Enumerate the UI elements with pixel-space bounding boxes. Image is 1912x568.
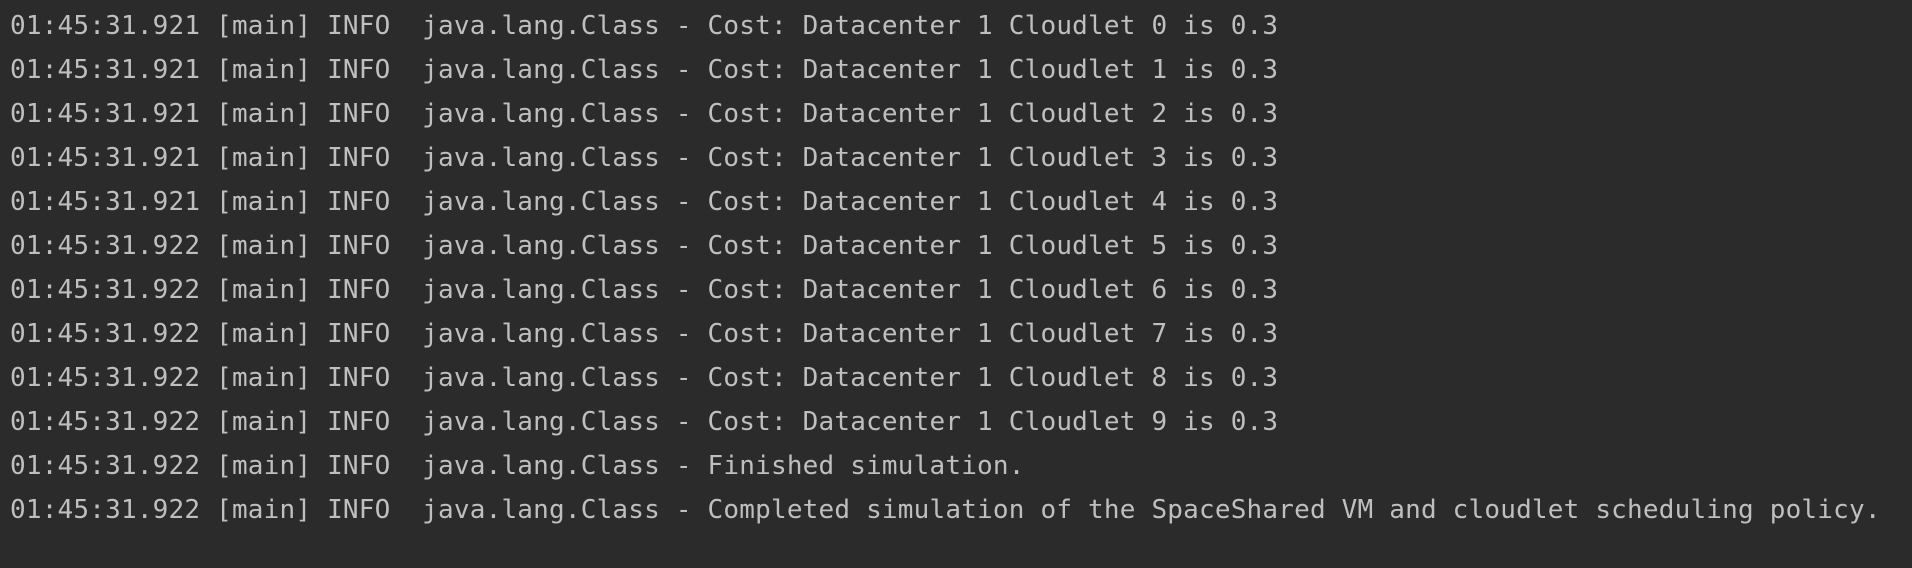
log-line: 01:45:31.922 [main] INFO java.lang.Class…: [10, 451, 1025, 481]
log-line: 01:45:31.921 [main] INFO java.lang.Class…: [10, 99, 1279, 129]
log-line: 01:45:31.922 [main] INFO java.lang.Class…: [10, 407, 1279, 437]
log-line: 01:45:31.922 [main] INFO java.lang.Class…: [10, 231, 1279, 261]
log-line: 01:45:31.921 [main] INFO java.lang.Class…: [10, 55, 1279, 85]
log-line: 01:45:31.922 [main] INFO java.lang.Class…: [10, 275, 1279, 305]
log-line: 01:45:31.921 [main] INFO java.lang.Class…: [10, 11, 1279, 41]
log-line: 01:45:31.922 [main] INFO java.lang.Class…: [10, 319, 1279, 349]
log-line: 01:45:31.922 [main] INFO java.lang.Class…: [10, 363, 1279, 393]
console-output[interactable]: 01:45:31.921 [main] INFO java.lang.Class…: [0, 0, 1912, 568]
log-line: 01:45:31.922 [main] INFO java.lang.Class…: [10, 495, 1881, 525]
log-line: 01:45:31.921 [main] INFO java.lang.Class…: [10, 143, 1279, 173]
log-line: 01:45:31.921 [main] INFO java.lang.Class…: [10, 187, 1279, 217]
